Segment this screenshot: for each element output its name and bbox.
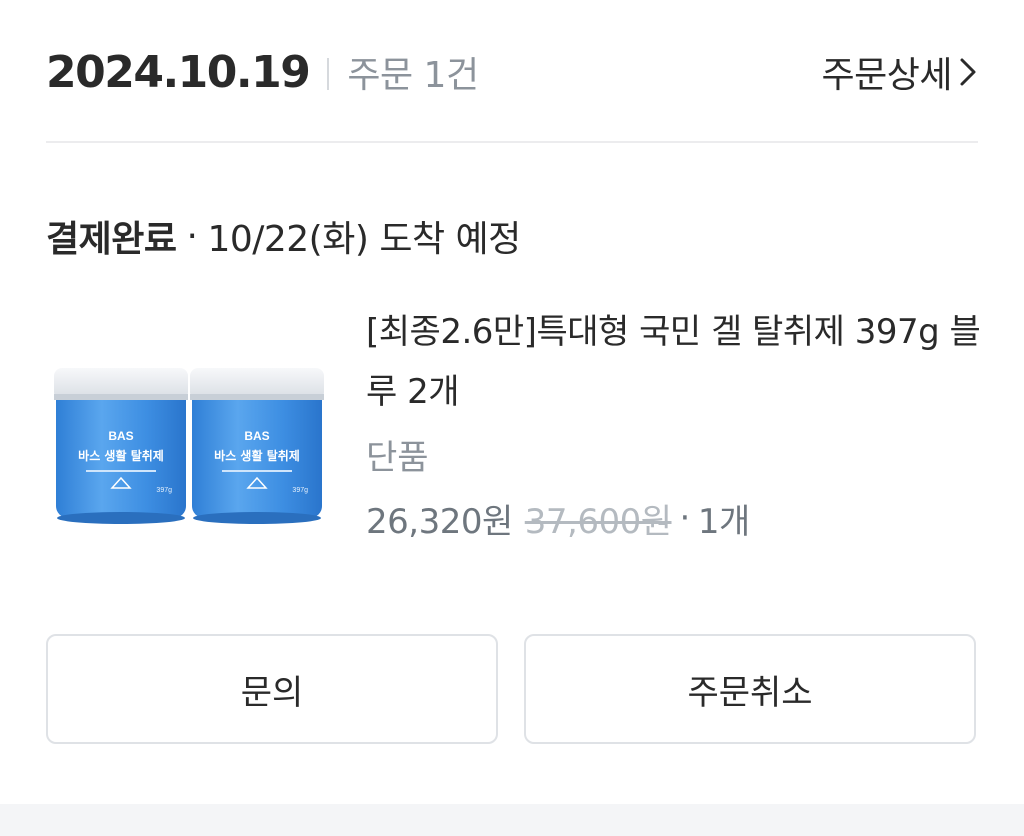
bottom-separator-band [0,804,1024,836]
original-price: 37,600원 [524,501,672,542]
svg-text:바스 생활 탈취제: 바스 생활 탈취제 [78,448,164,463]
cancel-order-button[interactable]: 주문취소 [524,634,976,744]
svg-text:BAS: BAS [108,429,133,443]
price-separator: · [679,498,691,538]
chevron-right-icon [958,56,978,88]
product-info: [최종2.6만]특대형 국민 겔 탈취제 397g 블루 2개 단품 26,32… [366,302,986,548]
svg-text:바스 생활 탈취제: 바스 생활 탈취제 [214,448,300,463]
delivery-status: 결제완료 · 10/22(화) 도착 예정 [46,208,521,264]
jar-right: BAS 바스 생활 탈취제 397g [190,368,324,524]
svg-text:397g: 397g [292,487,308,494]
order-date: 2024.10.19 [46,46,311,98]
order-detail-label: 주문상세 [821,55,953,96]
order-count: 주문 1건 [347,55,479,96]
delivery-eta: 10/22(화) 도착 예정 [207,219,521,260]
payment-status-label: 결제완료 [46,219,177,260]
section-divider [46,141,978,143]
svg-text:397g: 397g [156,487,172,494]
svg-text:BAS: BAS [244,429,269,443]
status-separator: · [186,215,198,257]
quantity: 1개 [697,501,750,542]
price-row: 26,320원 37,600원 · 1개 [366,488,986,548]
order-header: 2024.10.19 주문 1건 주문상세 [46,40,978,104]
product-name[interactable]: [최종2.6만]특대형 국민 겔 탈취제 397g 블루 2개 [366,302,986,422]
sale-price: 26,320원 [366,501,513,542]
order-detail-link[interactable]: 주문상세 [822,46,978,98]
jar-left: BAS 바스 생활 탈취제 397g [54,368,188,524]
product-image[interactable]: BAS 바스 생활 탈취제 397g BAS 바스 생활 탈취제 397g [46,368,330,538]
order-card: 2024.10.19 주문 1건 주문상세 결제완료 · 10/22(화) 도착… [0,0,1024,836]
inquiry-button[interactable]: 문의 [46,634,498,744]
product-option: 단품 [366,438,429,478]
header-divider [327,58,330,90]
